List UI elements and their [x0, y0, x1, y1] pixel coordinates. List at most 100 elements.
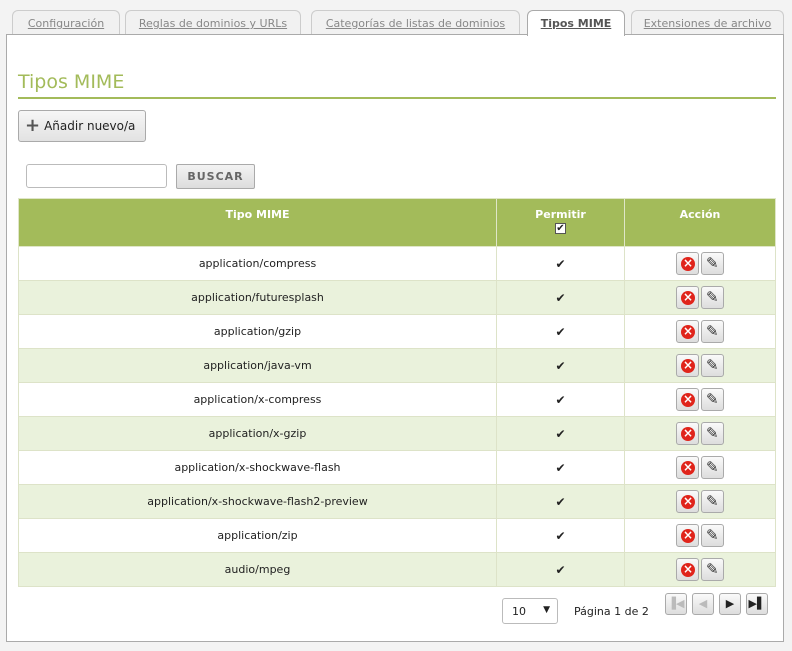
- mime-type-cell: application/java-vm: [18, 348, 497, 383]
- page-indicator: Página 1 de 2: [574, 605, 649, 618]
- delete-button[interactable]: [676, 490, 699, 513]
- permit-checkbox[interactable]: ✔: [555, 529, 565, 543]
- tab-configuracion[interactable]: Configuración: [12, 10, 120, 35]
- action-cell: [624, 518, 776, 553]
- header-tipo-mime: Tipo MIME: [18, 198, 497, 247]
- permit-checkbox[interactable]: ✔: [555, 359, 565, 373]
- permit-cell: ✔: [496, 280, 625, 315]
- mime-type-cell: application/futuresplash: [18, 280, 497, 315]
- permit-cell: ✔: [496, 552, 625, 587]
- permit-checkbox[interactable]: ✔: [555, 427, 565, 441]
- delete-button[interactable]: [676, 320, 699, 343]
- chevron-down-icon: ▼: [543, 605, 550, 615]
- table-row: application/x-gzip ✔: [18, 416, 776, 451]
- table-row: application/x-shockwave-flash ✔: [18, 450, 776, 485]
- action-cell: [624, 416, 776, 451]
- search-input[interactable]: [26, 164, 167, 188]
- delete-button[interactable]: [676, 422, 699, 445]
- edit-button[interactable]: [701, 252, 724, 275]
- edit-button[interactable]: [701, 286, 724, 309]
- delete-button[interactable]: [676, 286, 699, 309]
- edit-button[interactable]: [701, 422, 724, 445]
- edit-button[interactable]: [701, 490, 724, 513]
- permit-cell: ✔: [496, 246, 625, 281]
- tab-label: Extensiones de archivo: [643, 17, 772, 30]
- select-all-checkbox[interactable]: ✔: [555, 223, 566, 234]
- action-cell: [624, 382, 776, 417]
- title-divider: [18, 97, 776, 99]
- content-panel: Tipos MIME + Añadir nuevo/a BUSCAR Tipo M…: [6, 34, 784, 642]
- tab-label: Reglas de dominios y URLs: [138, 17, 288, 30]
- action-cell: [624, 314, 776, 349]
- action-cell: [624, 348, 776, 383]
- permit-checkbox[interactable]: ✔: [555, 291, 565, 305]
- delete-button[interactable]: [676, 524, 699, 547]
- permit-checkbox[interactable]: ✔: [555, 393, 565, 407]
- header-permitir: Permitir ✔: [496, 198, 625, 247]
- tab-extensiones[interactable]: Extensiones de archivo: [631, 10, 784, 35]
- delete-button[interactable]: [676, 252, 699, 275]
- table-row: application/compress ✔: [18, 246, 776, 281]
- permit-cell: ✔: [496, 518, 625, 553]
- add-label: Añadir nuevo/a: [44, 119, 136, 133]
- edit-button[interactable]: [701, 524, 724, 547]
- tab-label: Configuración: [27, 17, 105, 30]
- edit-button[interactable]: [701, 558, 724, 581]
- delete-button[interactable]: [676, 558, 699, 581]
- permit-checkbox[interactable]: ✔: [555, 325, 565, 339]
- tab-label: Categorías de listas de dominios: [325, 17, 506, 30]
- action-cell: [624, 484, 776, 519]
- edit-button[interactable]: [701, 388, 724, 411]
- action-cell: [624, 280, 776, 315]
- first-page-icon: ▐◀: [667, 597, 685, 610]
- tab-categorias[interactable]: Categorías de listas de dominios: [311, 10, 520, 35]
- edit-button[interactable]: [701, 456, 724, 479]
- permit-cell: ✔: [496, 382, 625, 417]
- last-page-icon: ▶▌: [748, 597, 766, 610]
- tab-label: Tipos MIME: [540, 17, 612, 30]
- tab-reglas[interactable]: Reglas de dominios y URLs: [125, 10, 301, 35]
- table-row: application/futuresplash ✔: [18, 280, 776, 315]
- mime-type-cell: audio/mpeg: [18, 552, 497, 587]
- next-page-icon: ▶: [725, 597, 735, 610]
- action-cell: [624, 450, 776, 485]
- delete-button[interactable]: [676, 354, 699, 377]
- table-row: application/java-vm ✔: [18, 348, 776, 383]
- action-cell: [624, 552, 776, 587]
- permit-checkbox[interactable]: ✔: [555, 257, 565, 271]
- page-size-select[interactable]: 10 ▼: [502, 598, 558, 624]
- search-button[interactable]: BUSCAR: [176, 164, 255, 189]
- table-row: application/x-shockwave-flash2-preview ✔: [18, 484, 776, 519]
- add-new-button[interactable]: + Añadir nuevo/a: [18, 110, 146, 142]
- mime-type-cell: application/x-gzip: [18, 416, 497, 451]
- permit-cell: ✔: [496, 450, 625, 485]
- first-page-button[interactable]: ▐◀: [665, 593, 687, 615]
- permit-checkbox[interactable]: ✔: [555, 461, 565, 475]
- permit-checkbox[interactable]: ✔: [555, 495, 565, 509]
- permit-cell: ✔: [496, 416, 625, 451]
- permit-cell: ✔: [496, 314, 625, 349]
- mime-type-cell: application/gzip: [18, 314, 497, 349]
- mime-type-cell: application/x-shockwave-flash: [18, 450, 497, 485]
- next-page-button[interactable]: ▶: [719, 593, 741, 615]
- tab-tipos-mime[interactable]: Tipos MIME: [527, 10, 625, 36]
- edit-button[interactable]: [701, 320, 724, 343]
- permit-cell: ✔: [496, 348, 625, 383]
- edit-button[interactable]: [701, 354, 724, 377]
- table-row: application/x-compress ✔: [18, 382, 776, 417]
- delete-button[interactable]: [676, 456, 699, 479]
- prev-page-button[interactable]: ◀: [692, 593, 714, 615]
- last-page-button[interactable]: ▶▌: [746, 593, 768, 615]
- table-row: application/zip ✔: [18, 518, 776, 553]
- mime-type-cell: application/zip: [18, 518, 497, 553]
- mime-type-cell: application/x-shockwave-flash2-preview: [18, 484, 497, 519]
- permit-cell: ✔: [496, 484, 625, 519]
- mime-type-cell: application/compress: [18, 246, 497, 281]
- delete-button[interactable]: [676, 388, 699, 411]
- table-row: application/gzip ✔: [18, 314, 776, 349]
- header-permitir-label: Permitir: [535, 208, 586, 221]
- action-cell: [624, 246, 776, 281]
- page-title: Tipos MIME: [18, 71, 125, 93]
- mime-type-cell: application/x-compress: [18, 382, 497, 417]
- permit-checkbox[interactable]: ✔: [555, 563, 565, 577]
